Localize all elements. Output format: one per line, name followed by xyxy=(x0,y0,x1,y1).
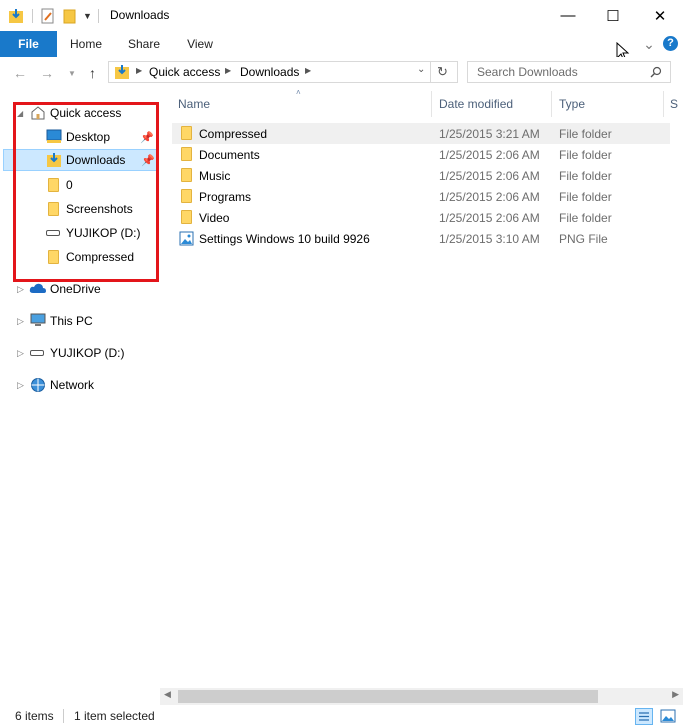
file-type: File folder xyxy=(559,189,612,204)
folder-icon xyxy=(181,210,192,224)
close-button[interactable]: ✕ xyxy=(637,0,683,31)
sidebar-item-label: Network xyxy=(50,378,95,392)
ribbon-expand-icon[interactable]: ⌄ xyxy=(641,31,657,57)
properties-icon[interactable] xyxy=(41,8,55,24)
search-icon[interactable] xyxy=(650,66,662,78)
folder-icon xyxy=(181,126,192,140)
column-size[interactable]: S xyxy=(670,97,678,111)
address-bar[interactable]: ▶ Quick access ▶ Downloads ▶ ⌄ ↻ xyxy=(108,61,458,83)
folder-icon xyxy=(181,147,192,161)
refresh-icon[interactable]: ↻ xyxy=(437,64,448,80)
breadcrumb-downloads[interactable]: Downloads xyxy=(240,65,299,79)
search-input[interactable]: Search Downloads xyxy=(477,65,578,79)
up-arrow-icon[interactable]: ↑ xyxy=(89,65,96,81)
table-row[interactable]: Documents 1/25/2015 2:06 AM File folder xyxy=(172,144,670,165)
tab-view[interactable]: View xyxy=(176,31,224,57)
table-row[interactable]: Video 1/25/2015 2:06 AM File folder xyxy=(172,207,670,228)
back-arrow-icon[interactable]: ← xyxy=(13,65,27,81)
tab-file[interactable]: File xyxy=(0,31,57,57)
window-title: Downloads xyxy=(110,8,170,22)
sort-ascending-icon: ˄ xyxy=(296,88,301,97)
scrollbar-thumb[interactable] xyxy=(178,690,598,703)
scroll-left-icon[interactable]: ◀ xyxy=(164,689,171,700)
file-name: Music xyxy=(199,168,231,183)
sidebar-item-label: OneDrive xyxy=(50,282,101,296)
pc-icon xyxy=(30,313,46,326)
highlight-box xyxy=(13,102,159,282)
file-date: 1/25/2015 2:06 AM xyxy=(439,189,540,204)
file-date: 1/25/2015 2:06 AM xyxy=(439,210,540,225)
scroll-right-icon[interactable]: ▶ xyxy=(672,689,679,700)
sidebar-item-network[interactable]: ▷ Network xyxy=(0,374,158,396)
image-file-icon xyxy=(179,231,194,246)
maximize-button[interactable]: ☐ xyxy=(590,0,636,31)
file-date: 1/25/2015 2:06 AM xyxy=(439,147,540,162)
sidebar-item-label: YUJIKOP (D:) xyxy=(50,346,125,360)
tab-home[interactable]: Home xyxy=(62,31,110,57)
table-row[interactable]: Settings Windows 10 build 9926 1/25/2015… xyxy=(172,228,670,249)
expand-arrow-icon[interactable]: ▷ xyxy=(17,380,24,391)
breadcrumb-quick-access[interactable]: Quick access xyxy=(149,65,220,79)
selection-count: 1 item selected xyxy=(74,709,155,723)
file-date: 1/25/2015 3:21 AM xyxy=(439,126,540,141)
column-type[interactable]: Type xyxy=(559,97,585,111)
forward-arrow-icon[interactable]: → xyxy=(40,65,54,81)
new-folder-icon[interactable] xyxy=(63,8,77,24)
help-icon[interactable]: ? xyxy=(663,36,678,51)
recent-locations-icon[interactable]: ▼ xyxy=(68,69,76,78)
expand-arrow-icon[interactable]: ▷ xyxy=(17,348,24,359)
file-type: PNG File xyxy=(559,231,608,246)
file-name: Programs xyxy=(199,189,252,204)
table-row[interactable]: Compressed 1/25/2015 3:21 AM File folder xyxy=(172,123,670,144)
horizontal-scrollbar[interactable]: ◀ ▶ xyxy=(160,688,683,705)
column-name[interactable]: Name xyxy=(178,97,210,111)
breadcrumb-chevron-icon[interactable]: ▶ xyxy=(305,66,311,75)
breadcrumb-chevron-icon[interactable]: ▶ xyxy=(136,66,142,75)
drive-icon xyxy=(30,350,44,356)
file-type: File folder xyxy=(559,210,612,225)
file-name: Compressed xyxy=(199,126,268,141)
breadcrumb-chevron-icon[interactable]: ▶ xyxy=(225,66,231,75)
file-date: 1/25/2015 2:06 AM xyxy=(439,168,540,183)
quick-access-toolbar: ▼ xyxy=(8,7,99,25)
column-headers: ˄ Name Date modified Type S xyxy=(172,88,683,117)
qat-dropdown-icon[interactable]: ▼ xyxy=(83,11,92,21)
large-icons-view-icon[interactable] xyxy=(660,709,676,723)
search-box[interactable]: Search Downloads xyxy=(467,61,671,83)
download-folder-icon xyxy=(115,65,129,79)
expand-arrow-icon[interactable]: ▷ xyxy=(17,316,24,327)
sidebar-item-drive-d-root[interactable]: ▷ YUJIKOP (D:) xyxy=(0,342,158,364)
file-name: Video xyxy=(199,210,230,225)
sidebar-item-this-pc[interactable]: ▷ This PC xyxy=(0,310,158,332)
folder-icon xyxy=(181,189,192,203)
file-name: Settings Windows 10 build 9926 xyxy=(199,231,370,246)
ribbon-tabs: File Home Share View ⌄ ? xyxy=(0,31,683,58)
item-count: 6 items xyxy=(15,709,54,723)
file-date: 1/25/2015 3:10 AM xyxy=(439,231,540,246)
file-type: File folder xyxy=(559,168,612,183)
file-name: Documents xyxy=(199,147,260,162)
expand-arrow-icon[interactable]: ▷ xyxy=(17,284,24,295)
onedrive-icon xyxy=(29,283,46,293)
download-folder-icon xyxy=(9,9,23,23)
column-date-modified[interactable]: Date modified xyxy=(439,97,513,111)
status-bar: 6 items 1 item selected xyxy=(0,705,683,728)
file-type: File folder xyxy=(559,126,612,141)
table-row[interactable]: Music 1/25/2015 2:06 AM File folder xyxy=(172,165,670,186)
minimize-button[interactable]: — xyxy=(545,0,591,31)
title-bar: ▼ Downloads — ☐ ✕ xyxy=(0,0,683,32)
table-row[interactable]: Programs 1/25/2015 2:06 AM File folder xyxy=(172,186,670,207)
network-icon xyxy=(31,378,45,392)
details-view-icon[interactable] xyxy=(635,708,653,725)
sidebar-item-label: This PC xyxy=(50,314,93,328)
address-dropdown-icon[interactable]: ⌄ xyxy=(417,64,425,75)
tab-share[interactable]: Share xyxy=(120,31,168,57)
folder-icon xyxy=(181,168,192,182)
file-type: File folder xyxy=(559,147,612,162)
